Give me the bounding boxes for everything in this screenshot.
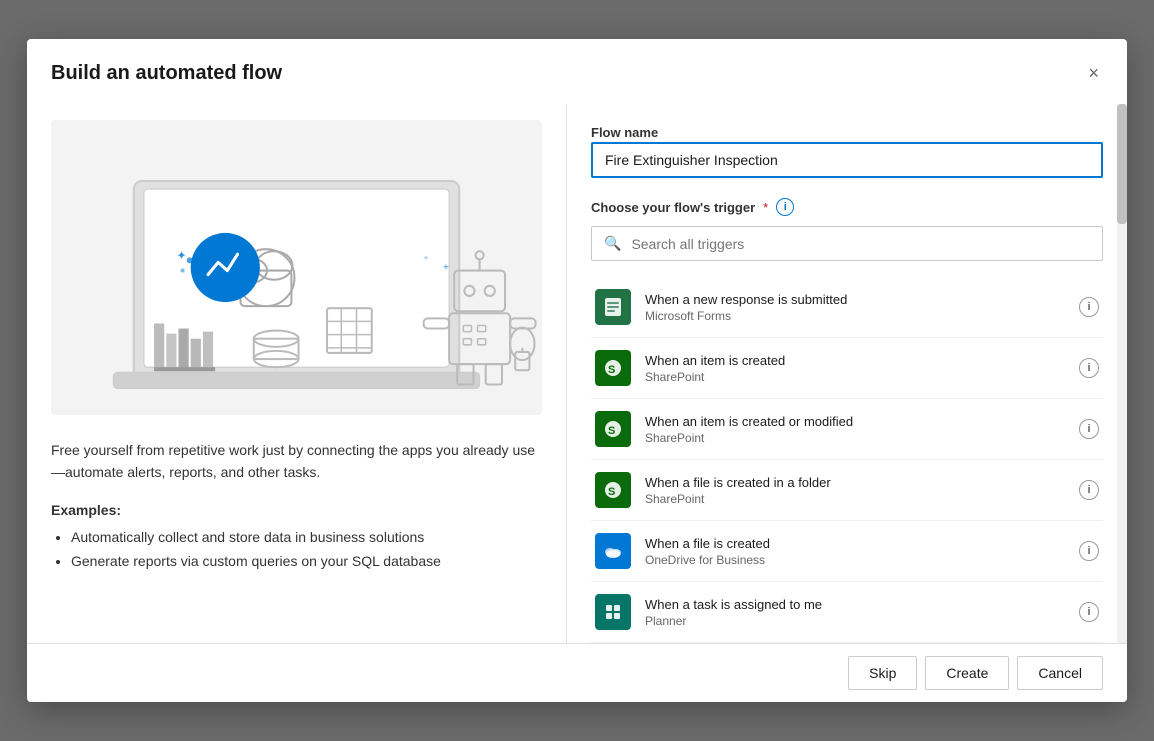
- left-description: Free yourself from repetitive work just …: [51, 439, 542, 484]
- search-box: 🔍: [591, 226, 1103, 261]
- trigger-info-forms[interactable]: i: [1079, 297, 1099, 317]
- trigger-info-sp2[interactable]: i: [1079, 419, 1099, 439]
- trigger-label-row: Choose your flow's trigger * i: [591, 198, 1103, 216]
- trigger-text-sp3: When a file is created in a folder Share…: [645, 475, 1065, 506]
- trigger-item-sharepoint-1[interactable]: S When an item is created SharePoint i: [591, 338, 1103, 399]
- trigger-info-onedrive[interactable]: i: [1079, 541, 1099, 561]
- trigger-label: Choose your flow's trigger: [591, 200, 755, 215]
- trigger-name-sp3: When a file is created in a folder: [645, 475, 1065, 490]
- trigger-name-sp2: When an item is created or modified: [645, 414, 1065, 429]
- trigger-item-forms[interactable]: When a new response is submitted Microso…: [591, 277, 1103, 338]
- trigger-name-forms: When a new response is submitted: [645, 292, 1065, 307]
- scrollbar-track: [1117, 104, 1127, 643]
- illustration: ✦ + +: [51, 120, 542, 415]
- example-item-1: Automatically collect and store data in …: [71, 526, 542, 550]
- trigger-info-planner[interactable]: i: [1079, 602, 1099, 622]
- create-button[interactable]: Create: [925, 656, 1009, 690]
- dialog-header: Build an automated flow ×: [27, 39, 1127, 104]
- trigger-source-sp3: SharePoint: [645, 492, 1065, 506]
- trigger-info-sp1[interactable]: i: [1079, 358, 1099, 378]
- right-panel-scroll[interactable]: Flow name Choose your flow's trigger * i…: [567, 104, 1127, 643]
- trigger-info-icon[interactable]: i: [776, 198, 794, 216]
- svg-text:S: S: [608, 364, 615, 376]
- dialog-body: ✦ + + Free yourself from repetitive work…: [27, 104, 1127, 643]
- svg-text:+: +: [443, 263, 449, 274]
- example-item-2: Generate reports via custom queries on y…: [71, 550, 542, 574]
- close-button[interactable]: ×: [1084, 59, 1103, 88]
- trigger-icon-planner: [595, 594, 631, 630]
- cancel-button[interactable]: Cancel: [1017, 656, 1103, 690]
- left-panel: ✦ + + Free yourself from repetitive work…: [27, 104, 567, 643]
- dialog: Build an automated flow ×: [27, 39, 1127, 702]
- trigger-info-sp3[interactable]: i: [1079, 480, 1099, 500]
- svg-text:✦: ✦: [176, 248, 186, 262]
- trigger-source-sp2: SharePoint: [645, 431, 1065, 445]
- trigger-icon-sharepoint-3: S: [595, 472, 631, 508]
- svg-text:S: S: [608, 486, 615, 498]
- right-panel: Flow name Choose your flow's trigger * i…: [567, 104, 1127, 643]
- flow-name-input[interactable]: [591, 142, 1103, 178]
- search-icon: 🔍: [604, 235, 621, 252]
- trigger-text-onedrive: When a file is created OneDrive for Busi…: [645, 536, 1065, 567]
- flow-name-label: Flow name: [591, 125, 658, 140]
- skip-button[interactable]: Skip: [848, 656, 917, 690]
- dialog-title: Build an automated flow: [51, 62, 282, 85]
- trigger-source-planner: Planner: [645, 614, 1065, 628]
- trigger-name-sp1: When an item is created: [645, 353, 1065, 368]
- trigger-source-sp1: SharePoint: [645, 370, 1065, 384]
- scrollbar-thumb[interactable]: [1117, 104, 1127, 224]
- trigger-icon-forms: [595, 289, 631, 325]
- trigger-text-sp2: When an item is created or modified Shar…: [645, 414, 1065, 445]
- examples-section: Examples: Automatically collect and stor…: [51, 502, 542, 574]
- trigger-item-onedrive[interactable]: When a file is created OneDrive for Busi…: [591, 521, 1103, 582]
- trigger-item-sharepoint-3[interactable]: S When a file is created in a folder Sha…: [591, 460, 1103, 521]
- trigger-icon-sharepoint-2: S: [595, 411, 631, 447]
- trigger-icon-onedrive: [595, 533, 631, 569]
- trigger-icon-sharepoint-1: S: [595, 350, 631, 386]
- trigger-item-planner[interactable]: When a task is assigned to me Planner i: [591, 582, 1103, 643]
- svg-text:+: +: [424, 253, 429, 262]
- trigger-name-planner: When a task is assigned to me: [645, 597, 1065, 612]
- examples-list: Automatically collect and store data in …: [51, 526, 542, 574]
- trigger-name-onedrive: When a file is created: [645, 536, 1065, 551]
- trigger-item-sharepoint-2[interactable]: S When an item is created or modified Sh…: [591, 399, 1103, 460]
- trigger-source-onedrive: OneDrive for Business: [645, 553, 1065, 567]
- required-star: *: [763, 200, 768, 215]
- trigger-source-forms: Microsoft Forms: [645, 309, 1065, 323]
- trigger-list: When a new response is submitted Microso…: [591, 277, 1103, 643]
- examples-label: Examples:: [51, 502, 542, 518]
- search-input[interactable]: [631, 236, 1090, 252]
- trigger-text-forms: When a new response is submitted Microso…: [645, 292, 1065, 323]
- trigger-text-planner: When a task is assigned to me Planner: [645, 597, 1065, 628]
- svg-text:S: S: [608, 425, 615, 437]
- trigger-text-sp1: When an item is created SharePoint: [645, 353, 1065, 384]
- dialog-footer: Skip Create Cancel: [27, 643, 1127, 702]
